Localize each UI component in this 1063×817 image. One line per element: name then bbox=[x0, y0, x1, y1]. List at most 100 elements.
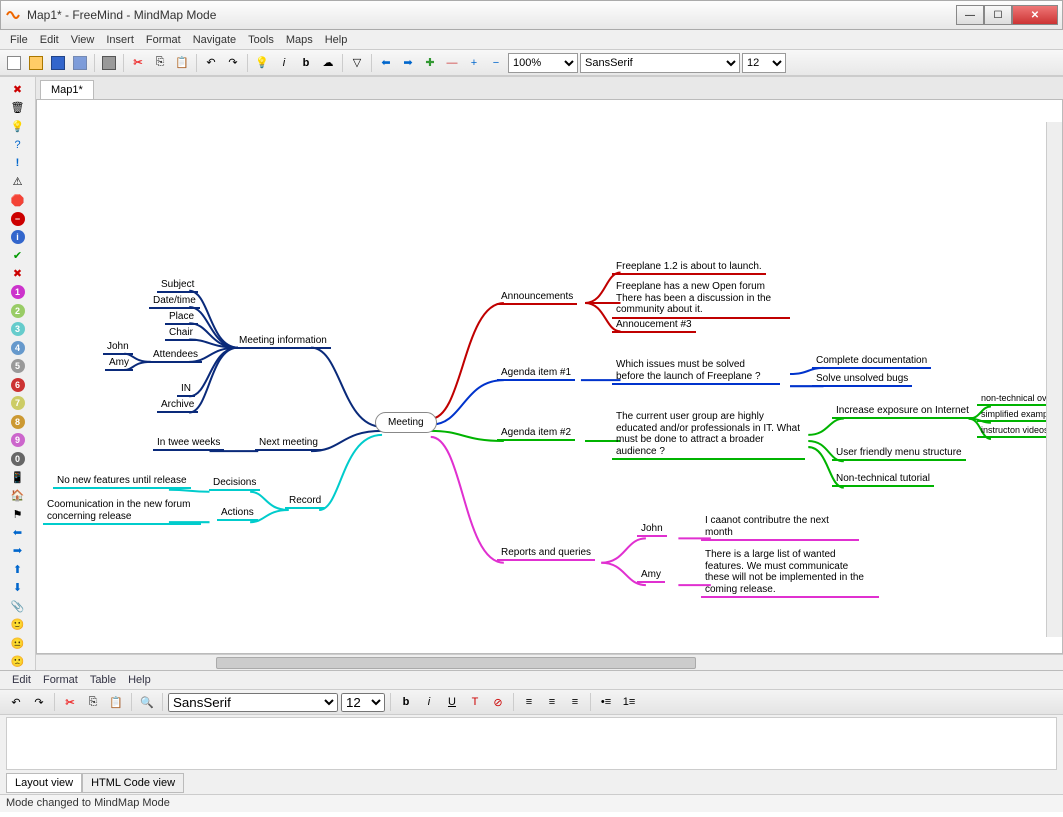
smiley2-icon[interactable]: 😐 bbox=[9, 635, 27, 651]
cut-button[interactable]: ✂ bbox=[128, 53, 148, 73]
node-next-meeting[interactable]: Next meeting bbox=[255, 436, 322, 451]
paste-button[interactable]: 📋 bbox=[172, 53, 192, 73]
smiley1-icon[interactable]: 🙂 bbox=[9, 617, 27, 633]
editor-font-select[interactable]: SansSerif bbox=[168, 693, 338, 712]
menu-maps[interactable]: Maps bbox=[280, 32, 319, 48]
flag-icon[interactable]: ⚑ bbox=[9, 506, 27, 522]
map-tab[interactable]: Map1* bbox=[40, 80, 94, 99]
node-in-twee-weeks[interactable]: In twee weeks bbox=[153, 436, 224, 451]
menu-edit[interactable]: Edit bbox=[34, 32, 65, 48]
editor-color-button[interactable]: T bbox=[465, 692, 485, 712]
node-chair[interactable]: Chair bbox=[165, 326, 197, 341]
editor-clear-button[interactable]: ⊘ bbox=[488, 692, 508, 712]
editor-find-button[interactable]: 🔍 bbox=[137, 692, 157, 712]
add-node-button[interactable]: ✚ bbox=[420, 53, 440, 73]
zoom-select[interactable]: 100% bbox=[508, 53, 578, 73]
no-icon[interactable]: − bbox=[9, 210, 27, 226]
zoom-in-button[interactable]: + bbox=[464, 53, 484, 73]
editor-copy-button[interactable]: ⎘ bbox=[83, 692, 103, 712]
horizontal-scrollbar[interactable] bbox=[36, 654, 1063, 670]
node-subject[interactable]: Subject bbox=[157, 278, 198, 293]
node-ann-2[interactable]: Freeplane has a new Open forum There has… bbox=[612, 280, 790, 319]
node-datetime[interactable]: Date/time bbox=[149, 294, 200, 309]
node-report-john-label[interactable]: John bbox=[637, 522, 667, 537]
node-ann-3[interactable]: Annoucement #3 bbox=[612, 318, 696, 333]
menu-insert[interactable]: Insert bbox=[100, 32, 140, 48]
saveas-button[interactable] bbox=[70, 53, 90, 73]
editor-redo-button[interactable]: ↷ bbox=[29, 692, 49, 712]
trash-icon[interactable]: 🗑 bbox=[9, 99, 27, 115]
node-communication[interactable]: Coomunication in the new forum concernin… bbox=[43, 498, 201, 525]
prio-0-icon[interactable]: 0 bbox=[9, 450, 27, 466]
node-decisions[interactable]: Decisions bbox=[209, 476, 260, 491]
node-announcements[interactable]: Announcements bbox=[497, 290, 577, 305]
editor-italic-button[interactable]: i bbox=[419, 692, 439, 712]
save-button[interactable] bbox=[48, 53, 68, 73]
prio-4-icon[interactable]: 4 bbox=[9, 340, 27, 356]
node-report-john-text[interactable]: I caanot contributre the next month bbox=[701, 514, 859, 541]
filter-button[interactable]: ▽ bbox=[347, 53, 367, 73]
bmenu-help[interactable]: Help bbox=[122, 672, 157, 688]
menu-help[interactable]: Help bbox=[319, 32, 354, 48]
arrow-right-icon[interactable]: ➡ bbox=[9, 543, 27, 559]
ok-icon[interactable]: ✔ bbox=[9, 247, 27, 263]
editor-undo-button[interactable]: ↶ bbox=[6, 692, 26, 712]
align-center-button[interactable]: ≡ bbox=[542, 692, 562, 712]
bmenu-table[interactable]: Table bbox=[84, 672, 122, 688]
undo-button[interactable]: ↶ bbox=[201, 53, 221, 73]
align-left-button[interactable]: ≡ bbox=[519, 692, 539, 712]
node-solve-bugs[interactable]: Solve unsolved bugs bbox=[812, 372, 912, 387]
align-right-button[interactable]: ≡ bbox=[565, 692, 585, 712]
prio-5-icon[interactable]: 5 bbox=[9, 358, 27, 374]
italic-button[interactable]: i bbox=[274, 53, 294, 73]
menu-tools[interactable]: Tools bbox=[242, 32, 280, 48]
arrow-left-icon[interactable]: ⬅ bbox=[9, 524, 27, 540]
warning-icon[interactable]: ⚠ bbox=[9, 173, 27, 189]
nav-right-button[interactable]: ➡ bbox=[398, 53, 418, 73]
editor-cut-button[interactable]: ✂ bbox=[60, 692, 80, 712]
html-view-tab[interactable]: HTML Code view bbox=[82, 773, 184, 793]
node-actions[interactable]: Actions bbox=[217, 506, 258, 521]
node-agenda1-q[interactable]: Which issues must be solved before the l… bbox=[612, 358, 780, 385]
zoom-out-button[interactable]: − bbox=[486, 53, 506, 73]
node-agenda2-q[interactable]: The current user group are highly educat… bbox=[612, 410, 805, 460]
node-john[interactable]: John bbox=[103, 340, 133, 355]
editor-textarea[interactable] bbox=[6, 717, 1057, 770]
maximize-button[interactable]: ☐ bbox=[984, 5, 1012, 25]
bold-button[interactable]: b bbox=[296, 53, 316, 73]
node-videos[interactable]: instructon videos bbox=[977, 424, 1053, 438]
node-agenda1[interactable]: Agenda item #1 bbox=[497, 366, 575, 381]
node-attendees[interactable]: Attendees bbox=[149, 348, 202, 363]
root-node[interactable]: Meeting bbox=[375, 412, 437, 433]
smiley3-icon[interactable]: 🙁 bbox=[9, 654, 27, 670]
node-place[interactable]: Place bbox=[165, 310, 198, 325]
editor-fontsize-select[interactable]: 12 bbox=[341, 693, 385, 712]
cloud-button[interactable]: ☁ bbox=[318, 53, 338, 73]
prio-3-icon[interactable]: 3 bbox=[9, 321, 27, 337]
font-select[interactable]: SansSerif bbox=[580, 53, 740, 73]
node-archive[interactable]: Archive bbox=[157, 398, 198, 413]
node-complete-doc[interactable]: Complete documentation bbox=[812, 354, 931, 369]
mindmap-canvas[interactable]: Meeting Meeting information Subject Date… bbox=[36, 99, 1063, 654]
nav-left-button[interactable]: ⬅ bbox=[376, 53, 396, 73]
new-button[interactable] bbox=[4, 53, 24, 73]
copy-button[interactable]: ⎘ bbox=[150, 53, 170, 73]
node-agenda2[interactable]: Agenda item #2 bbox=[497, 426, 575, 441]
node-report-amy-text[interactable]: There is a large list of wanted features… bbox=[701, 548, 879, 598]
editor-bold-button[interactable]: b bbox=[396, 692, 416, 712]
node-user-friendly[interactable]: User friendly menu structure bbox=[832, 446, 966, 461]
important-icon[interactable]: ! bbox=[9, 155, 27, 171]
node-amy[interactable]: Amy bbox=[105, 356, 133, 371]
idea-button[interactable]: 💡 bbox=[252, 53, 272, 73]
home-icon[interactable]: 🏠 bbox=[9, 487, 27, 503]
node-no-new-features[interactable]: No new features until release bbox=[53, 474, 191, 489]
node-increase-exposure[interactable]: Increase exposure on Internet bbox=[832, 404, 973, 419]
minimize-button[interactable]: — bbox=[956, 5, 984, 25]
node-report-amy-label[interactable]: Amy bbox=[637, 568, 665, 583]
prio-8-icon[interactable]: 8 bbox=[9, 413, 27, 429]
editor-underline-button[interactable]: U bbox=[442, 692, 462, 712]
layout-view-tab[interactable]: Layout view bbox=[6, 773, 82, 793]
redo-button[interactable]: ↷ bbox=[223, 53, 243, 73]
node-meeting-info[interactable]: Meeting information bbox=[235, 334, 331, 349]
open-button[interactable] bbox=[26, 53, 46, 73]
